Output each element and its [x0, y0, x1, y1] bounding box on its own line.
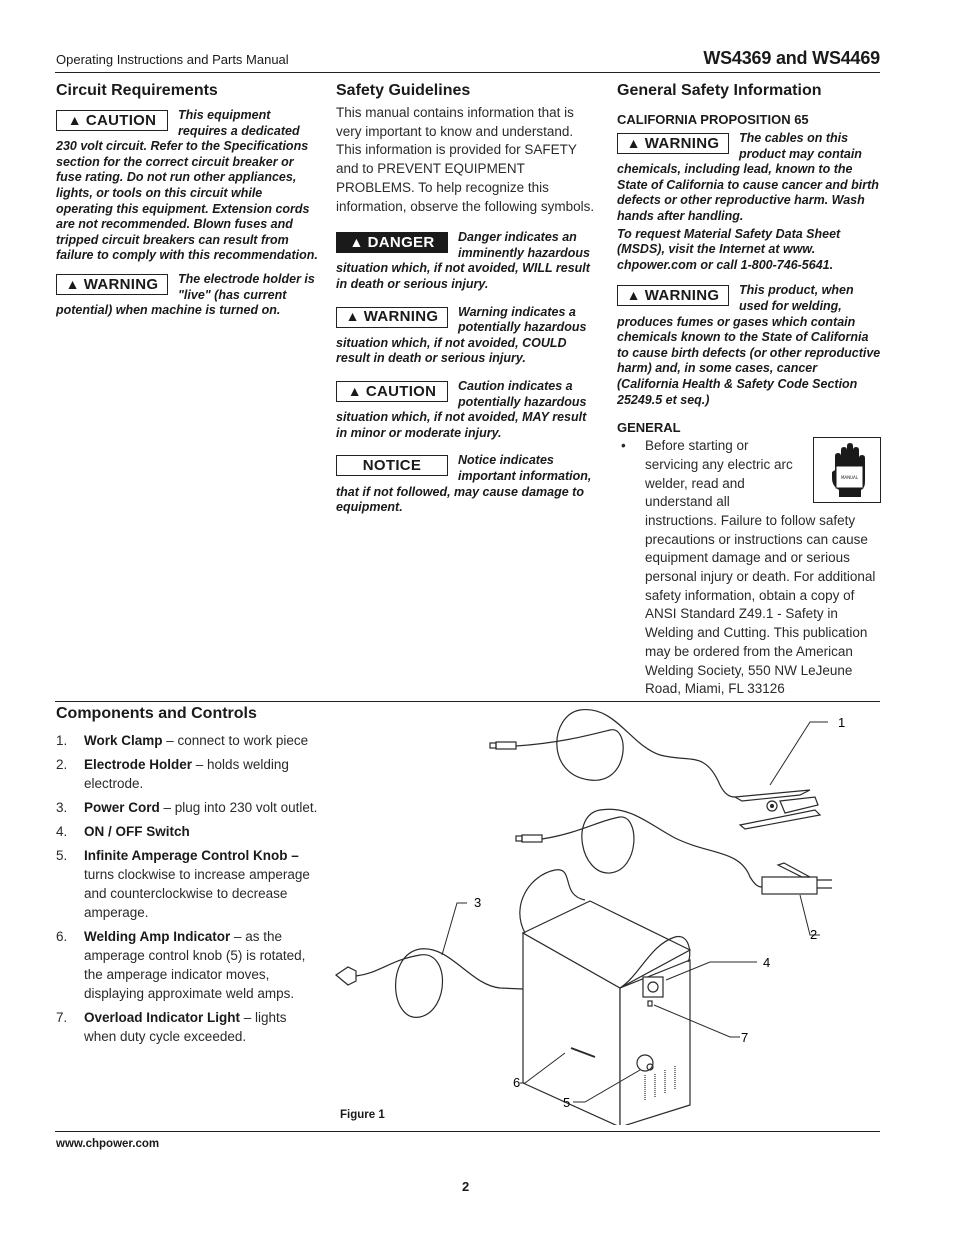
warning-label: ▲ WARNING — [617, 133, 729, 154]
work-clamp — [733, 789, 822, 830]
warning-triangle-icon: ▲ — [65, 275, 80, 292]
list-item: 1. Work Clamp – connect to work piece — [56, 733, 309, 748]
warning-triangle-icon: ▲ — [349, 233, 364, 250]
figure-caption: Figure 1 — [340, 1109, 385, 1121]
work-clamp-cable — [489, 709, 736, 798]
general-safety-section: General Safety Information CALIFORNIA PR… — [617, 82, 881, 699]
section-title: Circuit Requirements — [56, 82, 218, 99]
caution-label: ▲ CAUTION — [56, 110, 168, 131]
callout-1: 1 — [838, 715, 845, 730]
safety-guidelines-section: Safety Guidelines This manual contains i… — [336, 82, 598, 524]
warning-label: ▲ WARNING — [336, 306, 448, 328]
prop65-heading: CALIFORNIA PROPOSITION 65 — [617, 112, 809, 127]
warning-triangle-icon: ▲ — [626, 134, 641, 151]
section-divider — [55, 701, 880, 702]
callout-5: 5 — [563, 1095, 570, 1110]
prop65-warning-cables: ▲ WARNING The cables on this product may … — [617, 131, 881, 225]
notice-definition: NOTICE Notice indicates important inform… — [336, 453, 598, 515]
welder-body — [519, 869, 692, 1125]
section-title: Components and Controls — [56, 705, 257, 722]
footer-divider — [55, 1131, 880, 1132]
list-item: 4. ON / OFF Switch — [56, 824, 190, 839]
section-title: Safety Guidelines — [336, 82, 471, 99]
bullet-icon: • — [621, 438, 626, 454]
warning-triangle-icon: ▲ — [67, 111, 82, 128]
callout-6: 6 — [513, 1075, 520, 1090]
manual-title: Operating Instructions and Parts Manual — [56, 52, 289, 67]
model-numbers: WS4369 and WS4469 — [703, 48, 880, 68]
callout-2: 2 — [810, 927, 817, 942]
list-item: 3. Power Cord – plug into 230 volt outlet… — [56, 800, 318, 815]
website-link[interactable]: www.chpower.com — [56, 1138, 159, 1150]
header-divider — [55, 72, 880, 73]
electrode-holder-cable — [515, 808, 763, 888]
danger-label: ▲ DANGER — [336, 232, 448, 254]
warning-triangle-icon: ▲ — [347, 382, 362, 399]
intro-text: This manual contains information that is… — [336, 105, 595, 214]
danger-definition: ▲ DANGER Danger indicates an imminently h… — [336, 230, 598, 292]
warning-triangle-icon: ▲ — [626, 287, 641, 304]
electrode-holder — [761, 862, 832, 895]
callout-3: 3 — [474, 895, 481, 910]
prop65-warning-fumes: ▲ WARNING This product, when used for wel… — [617, 283, 881, 408]
caution-text: This equipment requires a dedicated 230 … — [56, 108, 318, 263]
welder-figure: 1 2 3 4 5 6 7 — [334, 709, 845, 1125]
callout-7: 7 — [741, 1030, 748, 1045]
general-bullet: • MANUAL Before starting or servicing an… — [617, 437, 881, 699]
list-item: 5. Infinite Amperage Control Knob – turns… — [56, 848, 310, 920]
svg-text:MANUAL: MANUAL — [841, 475, 859, 480]
notice-label: NOTICE — [336, 455, 448, 477]
msds-text: To request Material Safety Data Sheet (M… — [617, 226, 841, 272]
warning-label: ▲ WARNING — [617, 285, 729, 307]
general-heading: GENERAL — [617, 420, 681, 436]
read-manual-icon: MANUAL — [813, 437, 881, 504]
warning-notice: ▲ WARNING The electrode holder is "live" … — [56, 272, 320, 319]
section-title: General Safety Information — [617, 82, 822, 99]
caution-notice: ▲ CAUTION This equipment requires a dedic… — [56, 108, 320, 264]
list-item: 2. Electrode Holder – holds welding elect… — [56, 757, 289, 791]
callout-4: 4 — [763, 955, 770, 970]
warning-definition: ▲ WARNING Warning indicates a potentially… — [336, 305, 598, 367]
caution-label: ▲ CAUTION — [336, 380, 448, 402]
warning-label: ▲ WARNING — [56, 273, 168, 295]
power-cord — [334, 948, 524, 1018]
list-item: 7. Overload Indicator Light – lights when… — [56, 1010, 287, 1044]
list-item: 6. Welding Amp Indicator – as the amperag… — [56, 929, 306, 1001]
page-number: 2 — [462, 1179, 470, 1194]
circuit-requirements-section: Circuit Requirements ▲ CAUTION This equip… — [56, 82, 320, 327]
warning-triangle-icon: ▲ — [345, 308, 360, 325]
components-section: Components and Controls 1. Work Clamp – c… — [56, 705, 320, 1051]
caution-definition: ▲ CAUTION Caution indicates a potentially… — [336, 379, 598, 441]
components-list: 1. Work Clamp – connect to work piece 2. E… — [56, 731, 320, 1046]
